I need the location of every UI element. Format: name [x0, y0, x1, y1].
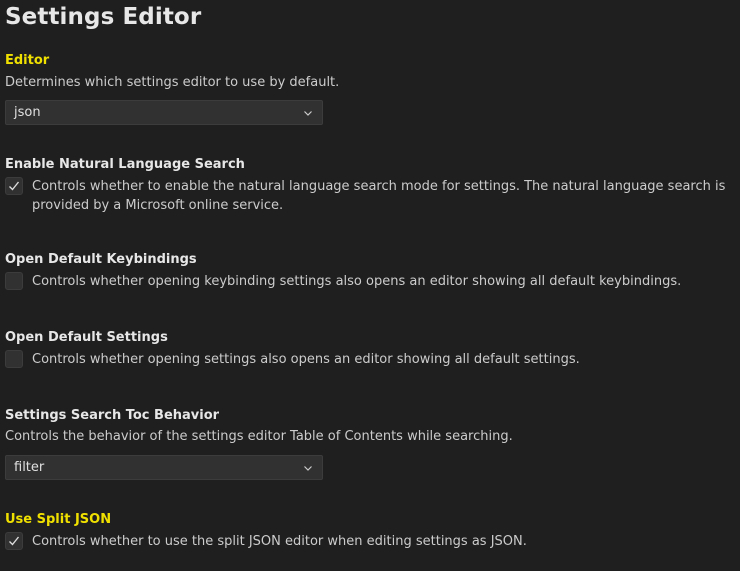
chevron-down-icon [304, 111, 312, 116]
check-icon [9, 181, 20, 191]
setting-description: Determines which settings editor to use … [5, 75, 340, 90]
setting-title: Open Default Settings [5, 330, 168, 345]
setting-description: Controls whether opening keybinding sett… [32, 274, 682, 289]
setting-description: Controls the behavior of the settings ed… [5, 429, 513, 444]
toc-behavior-select[interactable]: filter [5, 455, 323, 480]
select-value: json [14, 105, 41, 120]
setting-use-split-json: Use Split JSON Controls whether to use t… [5, 511, 728, 551]
page-title: Settings Editor [5, 4, 202, 30]
setting-title: Use Split JSON [5, 512, 112, 527]
natural-language-search-checkbox[interactable] [5, 177, 23, 195]
setting-title: Settings Search Toc Behavior [5, 408, 220, 423]
setting-description: Controls whether opening settings also o… [32, 352, 580, 367]
setting-open-default-keybindings: Open Default Keybindings Controls whethe… [5, 251, 728, 291]
setting-enable-natural-language-search: Enable Natural Language Search Controls … [5, 156, 728, 215]
setting-title: Enable Natural Language Search [5, 157, 245, 172]
open-default-keybindings-checkbox[interactable] [5, 272, 23, 290]
setting-search-toc-behavior: Settings Search Toc Behavior Controls th… [5, 407, 728, 480]
setting-bool-row: Controls whether to use the split JSON e… [5, 532, 728, 551]
setting-bool-row: Controls whether opening settings also o… [5, 350, 728, 369]
editor-select[interactable]: json [5, 100, 323, 125]
setting-description: Controls whether to use the split JSON e… [32, 534, 527, 549]
setting-bool-row: Controls whether to enable the natural l… [5, 177, 728, 215]
setting-bool-row: Controls whether opening keybinding sett… [5, 272, 728, 291]
select-value: filter [14, 460, 45, 475]
check-icon [9, 536, 20, 546]
use-split-json-checkbox[interactable] [5, 532, 23, 550]
setting-editor: Editor Determines which settings editor … [5, 52, 728, 125]
setting-open-default-settings: Open Default Settings Controls whether o… [5, 329, 728, 369]
chevron-down-icon [304, 466, 312, 471]
setting-title: Open Default Keybindings [5, 252, 197, 267]
open-default-settings-checkbox[interactable] [5, 350, 23, 368]
setting-description: Controls whether to enable the natural l… [32, 179, 726, 213]
setting-title: Editor [5, 53, 50, 68]
